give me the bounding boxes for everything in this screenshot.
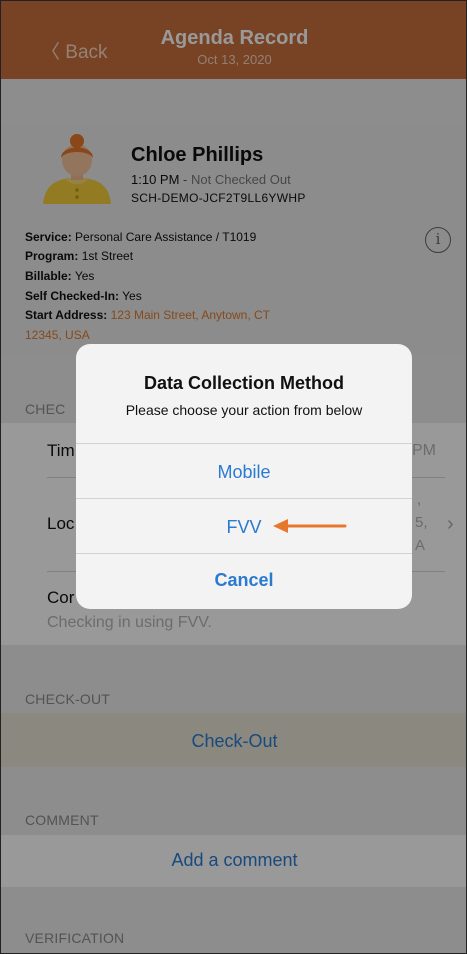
arrow-left-icon — [273, 519, 347, 533]
data-collection-dialog: Data Collection Method Please choose you… — [76, 344, 412, 609]
dialog-subtitle: Please choose your action from below — [125, 402, 363, 418]
mobile-option-button[interactable]: Mobile — [76, 462, 412, 483]
dialog-divider — [76, 553, 412, 554]
dialog-divider — [76, 498, 412, 499]
dialog-title: Data Collection Method — [143, 373, 344, 393]
dialog-divider — [76, 443, 412, 444]
app-screen: 〈 Back Agenda Record Oct 13, 2020 Chloe … — [0, 0, 467, 954]
cancel-button[interactable]: Cancel — [76, 570, 412, 591]
fvv-option-button[interactable]: FVV — [76, 517, 412, 538]
